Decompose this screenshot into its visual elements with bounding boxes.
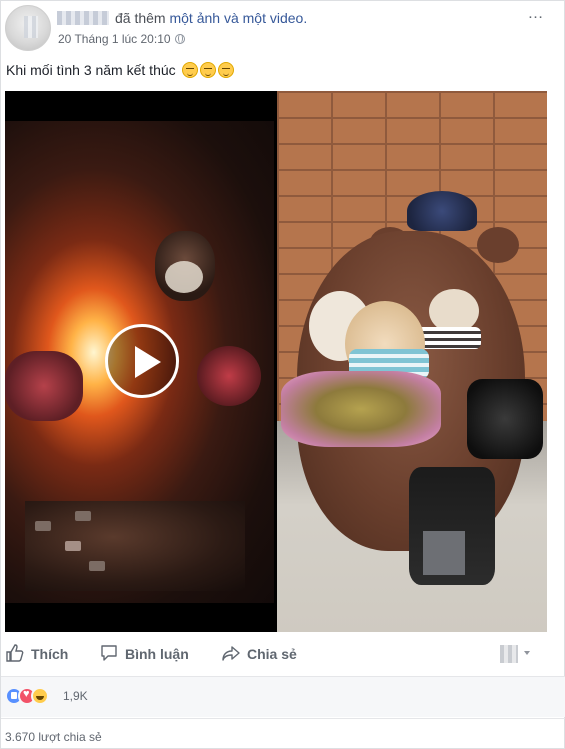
black-bag	[467, 379, 543, 459]
striped-shirt	[417, 327, 481, 349]
debris	[89, 561, 105, 571]
divider	[1, 718, 565, 719]
video-thumbnail[interactable]	[5, 91, 274, 632]
like-label: Thích	[31, 646, 69, 662]
haha-reaction-icon	[31, 687, 49, 705]
action-bar: Thích Bình luận Chia sẻ	[1, 637, 565, 673]
ground-embers	[25, 501, 245, 591]
pensive-emoji-icon	[199, 62, 216, 78]
post-text: Khi mối tình 3 năm kết thúc	[6, 62, 234, 78]
pensive-emoji-icon	[181, 62, 198, 78]
debris	[75, 511, 91, 521]
share-icon	[221, 643, 241, 666]
author-line: đã thêm một ảnh và một video.	[57, 10, 307, 26]
media-grid	[5, 91, 547, 632]
video-play-button[interactable]	[105, 324, 179, 398]
debris	[35, 521, 51, 531]
thumbs-up-icon	[5, 643, 25, 666]
post-message: Khi mối tình 3 năm kết thúc	[6, 62, 176, 78]
more-options-icon[interactable]: …	[524, 6, 548, 25]
reactions-bar[interactable]: 1,9K	[1, 677, 565, 717]
post-timestamp[interactable]: 20 Tháng 1 lúc 20:10	[58, 32, 171, 46]
reaction-count[interactable]: 1,9K	[63, 689, 88, 703]
post-header: đã thêm một ảnh và một video. 20 Tháng 1…	[1, 1, 565, 57]
bear-ear	[477, 227, 519, 263]
teddy-bear-face	[165, 261, 203, 293]
author-avatar[interactable]	[5, 5, 51, 51]
like-button[interactable]: Thích	[5, 643, 68, 666]
pensive-emoji-icon	[217, 62, 234, 78]
viewer-avatar-blurred	[500, 645, 518, 663]
hat	[407, 191, 477, 231]
burning-cloth	[197, 346, 261, 406]
share-button[interactable]: Chia sẻ	[221, 643, 297, 666]
media-link[interactable]: một ảnh và một video.	[169, 10, 307, 26]
post-card: đã thêm một ảnh và một video. 20 Tháng 1…	[0, 0, 565, 749]
caret-down-icon	[524, 651, 530, 655]
dried-flower-bouquet	[281, 371, 441, 447]
author-action: đã thêm	[115, 10, 166, 26]
avatar-blur	[24, 16, 38, 38]
post-meta: 20 Tháng 1 lúc 20:10	[58, 32, 185, 46]
clothing-tag	[423, 531, 465, 575]
comment-icon	[99, 643, 119, 666]
share-count[interactable]: 3.670 lượt chia sẻ	[5, 730, 102, 744]
globe-icon[interactable]	[174, 34, 185, 44]
burning-cloth	[5, 351, 83, 421]
viewer-selector[interactable]	[500, 645, 532, 663]
play-icon	[135, 346, 161, 378]
reaction-icons	[5, 687, 61, 705]
comment-label: Bình luận	[125, 646, 189, 662]
photo-thumbnail[interactable]	[277, 91, 547, 632]
author-name-blurred[interactable]	[57, 11, 109, 25]
debris	[65, 541, 81, 551]
share-label: Chia sẻ	[247, 646, 297, 662]
comment-button[interactable]: Bình luận	[99, 643, 189, 666]
